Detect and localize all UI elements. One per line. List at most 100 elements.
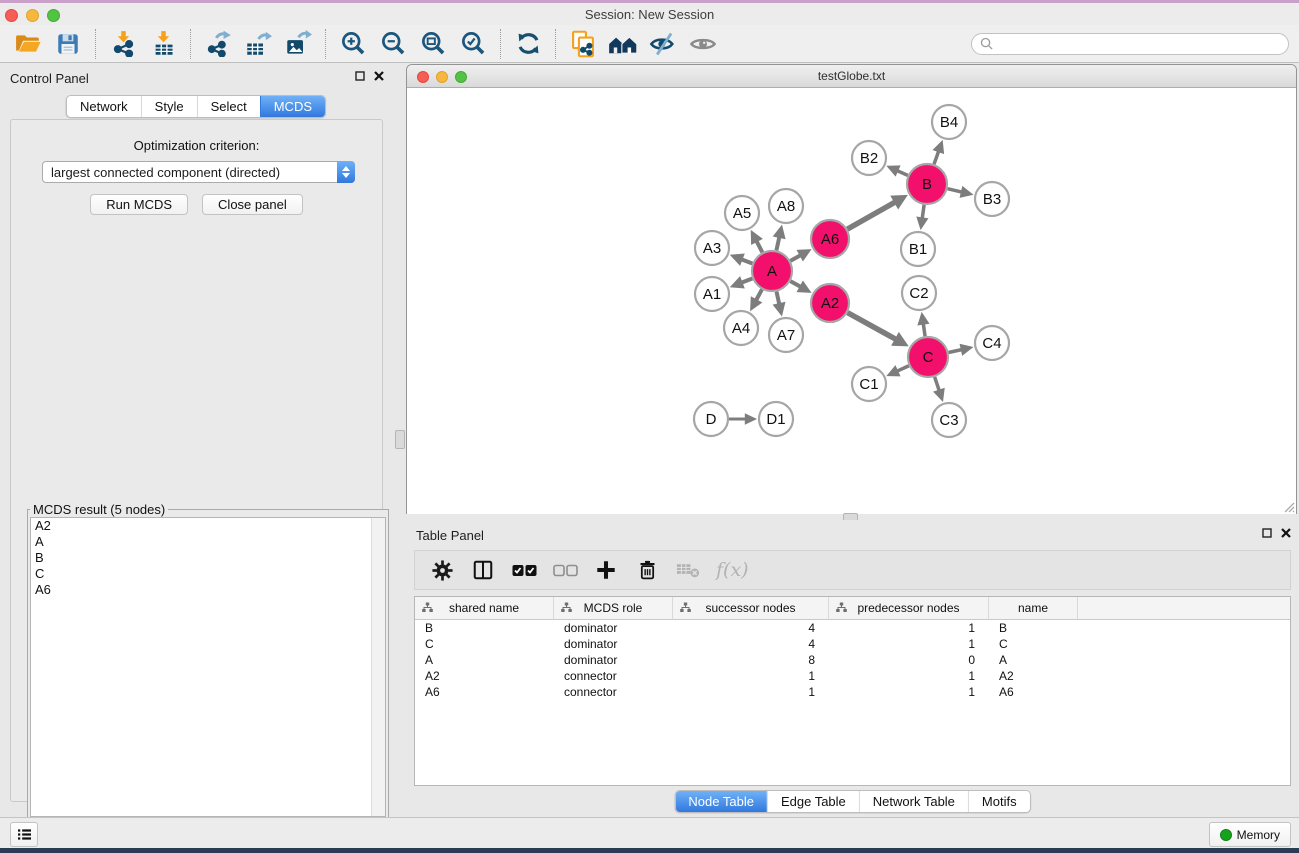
graph-edge-C-C1[interactable] xyxy=(886,365,909,376)
zoom-in-button[interactable] xyxy=(333,27,373,61)
import-table-button[interactable] xyxy=(143,27,183,61)
graph-node-C2[interactable]: C2 xyxy=(902,276,936,310)
close-panel-icon[interactable] xyxy=(1281,528,1291,538)
graph-edge-A-A2[interactable] xyxy=(790,281,811,293)
tab-select[interactable]: Select xyxy=(197,96,260,117)
graph-edge-C-C2[interactable] xyxy=(917,312,929,336)
table-row[interactable]: Cdominator41C xyxy=(415,636,1290,652)
graph-edge-B-B1[interactable] xyxy=(916,205,928,230)
mcds-result-item[interactable]: A xyxy=(31,534,385,550)
export-image-button[interactable] xyxy=(278,27,318,61)
graph-node-B4[interactable]: B4 xyxy=(932,105,966,139)
graph-node-A4[interactable]: A4 xyxy=(724,311,758,345)
network-canvas[interactable]: B4 B2 B B3 A5 A8A6 A3 B1 A A1 C2 A2 A4 A7 C C1 C4 C3 D D1 xyxy=(407,88,1296,514)
deselect-all-rows-button[interactable] xyxy=(552,556,578,584)
close-panel-button[interactable]: Close panel xyxy=(202,194,303,215)
column-header-name[interactable]: name xyxy=(989,597,1078,620)
duplicate-network-button[interactable] xyxy=(563,27,603,61)
export-table-button[interactable] xyxy=(238,27,278,61)
graph-node-A6[interactable]: A6 xyxy=(811,220,849,258)
mcds-result-item[interactable]: A2 xyxy=(31,518,385,534)
tab-style[interactable]: Style xyxy=(141,96,197,117)
table-settings-button[interactable] xyxy=(429,556,455,584)
select-all-rows-button[interactable] xyxy=(511,556,537,584)
graphics-details-button[interactable] xyxy=(643,27,683,61)
graph-node-C1[interactable]: C1 xyxy=(852,367,886,401)
graph-edge-A2-C[interactable] xyxy=(848,313,909,347)
delete-rows-button[interactable] xyxy=(634,556,660,584)
graph-node-C[interactable]: C xyxy=(908,337,948,377)
tab-motifs[interactable]: Motifs xyxy=(968,791,1030,812)
show-columns-button[interactable] xyxy=(470,556,496,584)
graph-node-A7[interactable]: A7 xyxy=(769,318,803,352)
resize-grip-icon[interactable] xyxy=(1281,499,1295,513)
graph-node-A3[interactable]: A3 xyxy=(695,231,729,265)
memory-button[interactable]: Memory xyxy=(1209,822,1291,847)
zoom-out-button[interactable] xyxy=(373,27,413,61)
column-header-shared-name[interactable]: shared name xyxy=(415,597,554,620)
result-list-scrollbar[interactable] xyxy=(371,518,385,816)
graph-node-A5[interactable]: A5 xyxy=(725,196,759,230)
close-panel-icon[interactable] xyxy=(374,71,384,81)
float-panel-icon[interactable] xyxy=(355,71,365,81)
graph-node-D1[interactable]: D1 xyxy=(759,402,793,436)
graph-edge-A-A3[interactable] xyxy=(730,254,753,266)
add-row-button[interactable] xyxy=(593,556,619,584)
graph-node-B[interactable]: B xyxy=(907,164,947,204)
zoom-fit-button[interactable] xyxy=(413,27,453,61)
column-header-successor-nodes[interactable]: successor nodes xyxy=(673,597,829,620)
graph-edge-B-B2[interactable] xyxy=(886,165,907,176)
column-header-MCDS-role[interactable]: MCDS role xyxy=(554,597,673,620)
float-panel-icon[interactable] xyxy=(1262,528,1272,538)
graph-node-A1[interactable]: A1 xyxy=(695,277,729,311)
graph-edge-C-C4[interactable] xyxy=(949,344,974,356)
save-session-button[interactable] xyxy=(48,27,88,61)
graph-edge-D-D1[interactable] xyxy=(729,413,757,424)
graph-node-A8[interactable]: A8 xyxy=(769,189,803,223)
run-mcds-button[interactable]: Run MCDS xyxy=(90,194,188,215)
graph-edge-A-A6[interactable] xyxy=(790,249,811,261)
column-header-predecessor-nodes[interactable]: predecessor nodes xyxy=(829,597,989,620)
graph-edge-A-A5[interactable] xyxy=(751,230,763,252)
import-network-button[interactable] xyxy=(103,27,143,61)
graph-node-C4[interactable]: C4 xyxy=(975,326,1009,360)
graph-node-B2[interactable]: B2 xyxy=(852,141,886,175)
mcds-result-item[interactable]: C xyxy=(31,566,385,582)
tab-node-table[interactable]: Node Table xyxy=(675,791,767,812)
graph-edge-A-A7[interactable] xyxy=(773,292,786,317)
graph-edge-A6-B[interactable] xyxy=(847,195,907,229)
zoom-selected-button[interactable] xyxy=(453,27,493,61)
graph-edge-A-A4[interactable] xyxy=(750,289,762,311)
vertical-split-handle[interactable] xyxy=(395,430,405,449)
table-row[interactable]: A2connector11A2 xyxy=(415,668,1290,684)
graph-node-B3[interactable]: B3 xyxy=(975,182,1009,216)
home-view-button[interactable] xyxy=(603,27,643,61)
graph-edge-A-A1[interactable] xyxy=(730,276,753,288)
table-row[interactable]: Bdominator41B xyxy=(415,620,1290,636)
graph-node-D[interactable]: D xyxy=(694,402,728,436)
show-panel-list-button[interactable] xyxy=(10,822,38,847)
graph-edge-B-B4[interactable] xyxy=(933,140,945,164)
refresh-button[interactable] xyxy=(508,27,548,61)
graph-node-A[interactable]: A xyxy=(752,251,792,291)
graph-node-B1[interactable]: B1 xyxy=(901,232,935,266)
graph-node-A2[interactable]: A2 xyxy=(811,284,849,322)
optimization-criterion-dropdown[interactable]: largest connected component (directed) xyxy=(42,161,355,183)
table-cell: B xyxy=(415,620,554,636)
table-row[interactable]: Adominator80A xyxy=(415,652,1290,668)
mcds-result-item[interactable]: A6 xyxy=(31,582,385,598)
export-network-button[interactable] xyxy=(198,27,238,61)
tab-network[interactable]: Network xyxy=(67,96,141,117)
graph-edge-B-B3[interactable] xyxy=(947,186,973,198)
graph-edge-C-C3[interactable] xyxy=(933,377,945,402)
open-session-button[interactable] xyxy=(8,27,48,61)
show-hide-button[interactable] xyxy=(683,27,723,61)
graph-edge-A-A8[interactable] xyxy=(773,225,786,251)
mcds-result-item[interactable]: B xyxy=(31,550,385,566)
tab-edge-table[interactable]: Edge Table xyxy=(767,791,859,812)
tab-mcds[interactable]: MCDS xyxy=(260,96,325,117)
search-input[interactable] xyxy=(971,33,1289,55)
table-row[interactable]: A6connector11A6 xyxy=(415,684,1290,700)
graph-node-C3[interactable]: C3 xyxy=(932,403,966,437)
tab-network-table[interactable]: Network Table xyxy=(859,791,968,812)
